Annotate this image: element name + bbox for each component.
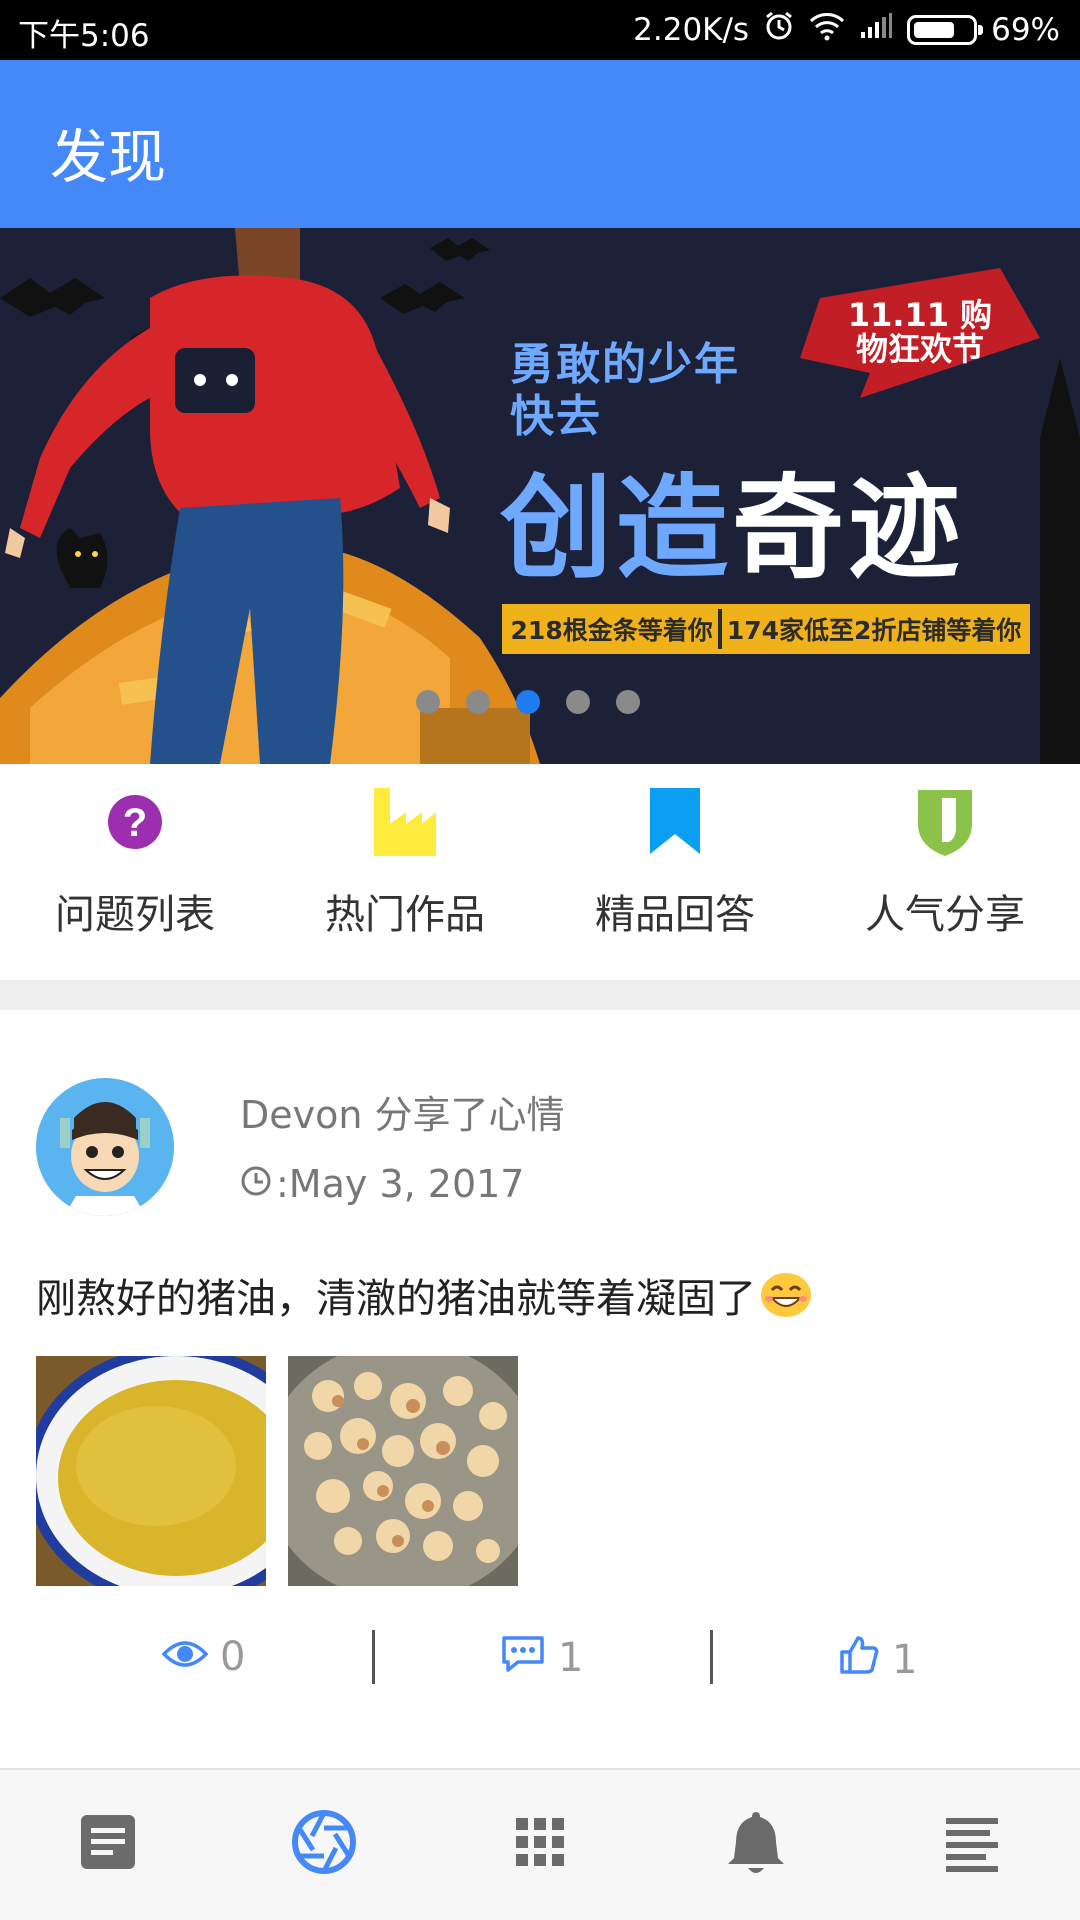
status-bar: 下午5:06 2.20K/s 69%: [0, 0, 1080, 60]
nav-notifications-tab[interactable]: [720, 1806, 792, 1878]
battery-icon: [907, 15, 984, 45]
wifi-icon: [809, 11, 845, 49]
post-date: :May 3, 2017: [240, 1162, 524, 1206]
views-stat[interactable]: 0: [161, 1634, 246, 1680]
signal-icon: [859, 12, 893, 48]
comments-stat[interactable]: 1: [500, 1634, 583, 1682]
section-divider: [0, 980, 1080, 1010]
comment-icon: [500, 1634, 546, 1682]
banner-line-2: 快去: [510, 391, 602, 442]
carousel-dot[interactable]: [566, 690, 590, 714]
carousel-dot[interactable]: [466, 690, 490, 714]
comments-count: 1: [558, 1635, 584, 1681]
battery-level: [914, 22, 955, 38]
shield-icon: [912, 784, 978, 860]
sale-badge: 11.11 购物狂欢节: [800, 268, 1040, 398]
nav-article-tab[interactable]: [72, 1806, 144, 1878]
alarm-icon: [763, 10, 795, 50]
post-card[interactable]: Devon 分享了心情 :May 3, 2017 刚熬好的猪油，清澈的猪油就等着…: [0, 1010, 1080, 1760]
nav-menu-tab[interactable]: [936, 1806, 1008, 1878]
post-photos: [36, 1356, 518, 1586]
promo-banner[interactable]: 11.11 购物狂欢节 勇敢的少年 快去 创造奇迹 218根金条等着你 174家…: [0, 228, 1080, 764]
post-photo-cracklings[interactable]: [288, 1356, 518, 1586]
bell-icon: [728, 1812, 784, 1873]
nav-discover-tab[interactable]: [288, 1806, 360, 1878]
sale-badge-text: 11.11 购物狂欢节: [847, 296, 993, 368]
app-bar: 发现: [0, 60, 1080, 228]
camera-aperture-icon: [292, 1810, 356, 1874]
nav-apps-tab[interactable]: [504, 1806, 576, 1878]
category-label: 问题列表: [55, 892, 215, 938]
status-right: 2.20K/s 69%: [633, 10, 1060, 50]
article-icon: [81, 1815, 135, 1869]
carousel-dot-active[interactable]: [516, 690, 540, 714]
post-stats: 0 1 1: [0, 1620, 1080, 1700]
battery-percent: 69%: [991, 12, 1060, 48]
category-nav: ? 问题列表 热门作品 精品回答 人气分享: [0, 764, 1080, 980]
category-label: 人气分享: [865, 892, 1025, 938]
category-label: 热门作品: [325, 892, 485, 938]
post-text: 刚熬好的猪油，清澈的猪油就等着凝固了: [36, 1276, 756, 1322]
apps-grid-icon: [516, 1818, 564, 1866]
promo-right: 174家低至2折店铺等着你: [726, 616, 1022, 645]
post-content: 刚熬好的猪油，清澈的猪油就等着凝固了: [36, 1266, 812, 1324]
factory-icon: [372, 784, 438, 860]
banner-promo-strip: 218根金条等着你 174家低至2折店铺等着你: [502, 604, 1030, 654]
eye-icon: [161, 1634, 209, 1680]
thumbs-up-icon: [838, 1634, 880, 1686]
smiling-face-emoji-icon: [760, 1272, 812, 1318]
network-speed: 2.20K/s: [633, 12, 750, 48]
likes-count: 1: [892, 1637, 918, 1683]
status-time: 下午5:06: [18, 18, 150, 54]
carousel-indicator[interactable]: [416, 690, 640, 714]
clock-icon: [240, 1162, 272, 1206]
promo-left: 218根金条等着你: [510, 616, 713, 645]
post-date-text: :May 3, 2017: [276, 1162, 525, 1206]
likes-stat[interactable]: 1: [838, 1634, 917, 1686]
menu-lines-icon: [946, 1818, 998, 1872]
bookmark-icon: [642, 784, 708, 860]
category-best-answers[interactable]: 精品回答: [540, 764, 810, 980]
avatar[interactable]: [36, 1078, 174, 1216]
views-count: 0: [220, 1634, 246, 1680]
category-questions[interactable]: ? 问题列表: [0, 764, 270, 980]
carousel-dot[interactable]: [416, 690, 440, 714]
post-author[interactable]: Devon 分享了心情: [240, 1084, 565, 1139]
svg-text:?: ?: [123, 801, 147, 845]
category-label: 精品回答: [595, 892, 755, 938]
banner-headline: 创造奇迹: [500, 464, 964, 594]
post-photo-lard-bowl[interactable]: [36, 1356, 266, 1586]
question-icon: ?: [102, 784, 168, 860]
category-popular-shares[interactable]: 人气分享: [810, 764, 1080, 980]
category-hot-works[interactable]: 热门作品: [270, 764, 540, 980]
carousel-dot[interactable]: [616, 690, 640, 714]
bottom-nav: [0, 1768, 1080, 1920]
page-title: 发现: [50, 123, 167, 191]
